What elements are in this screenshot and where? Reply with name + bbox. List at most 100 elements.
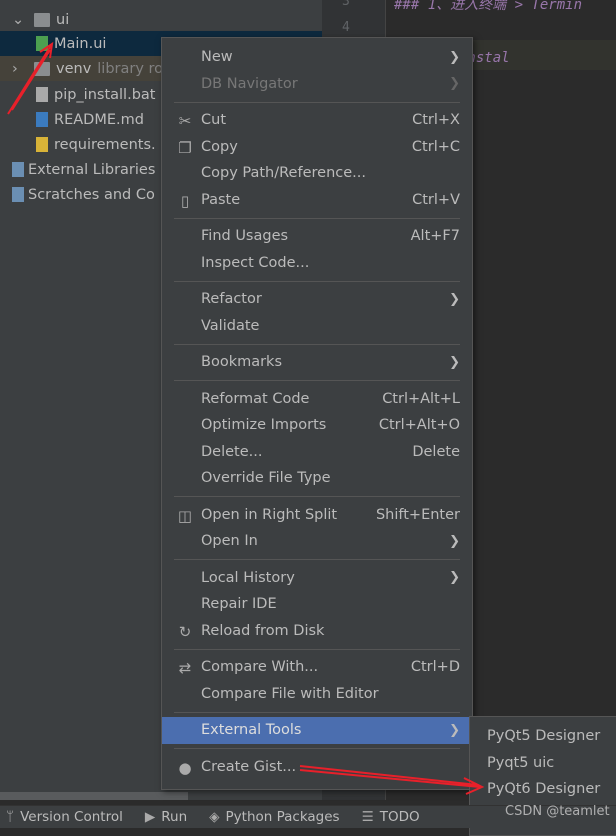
libraries-icon [12,162,24,177]
menu-item-inspect-code[interactable]: Inspect Code... [162,250,472,277]
watermark: CSDN @teamlet [505,804,610,819]
tool-window-todo[interactable]: ☰ TODO [362,809,420,825]
menu-item-create-gist[interactable]: ● Create Gist... [162,754,472,781]
menu-item-cut[interactable]: ✂ Cut Ctrl+X [162,107,472,134]
menu-item-bookmarks[interactable]: Bookmarks ❯ [162,349,472,376]
menu-item-label: Refactor [201,291,262,308]
tree-item-note: library ro [97,60,164,77]
menu-item-compare-with[interactable]: ⇄ Compare With... Ctrl+D [162,654,472,681]
run-icon: ▶ [144,809,156,825]
tool-window-version-control[interactable]: ᛘ Version Control [6,809,123,825]
tree-item-label: External Libraries [28,161,156,178]
menu-separator [162,555,472,565]
tree-item-label: ui [56,11,70,28]
menu-separator [162,213,472,223]
menu-item-label: Copy Path/Reference... [201,165,366,182]
menu-item-label: Reload from Disk [201,622,325,639]
menu-item-label: Local History [201,569,295,586]
menu-item-new[interactable]: New ❯ [162,44,472,71]
menu-item-label: Compare With... [201,659,319,676]
tree-item[interactable]: ⌄ ui [0,7,322,32]
menu-item-label: Override File Type [201,470,331,487]
menu-item-delete[interactable]: Delete... Delete [162,439,472,466]
python-file-icon [36,137,48,152]
menu-separator [162,707,472,717]
file-icon [36,87,48,102]
menu-item-label: Paste [201,191,241,208]
menu-item-compare-file-with-editor[interactable]: Compare File with Editor [162,681,472,708]
menu-item-shortcut: Ctrl+X [412,112,460,129]
submenu-item[interactable]: PyQt5 Designer [470,723,616,750]
tool-window-run[interactable]: ▶ Run [145,809,187,825]
menu-item-external-tools[interactable]: External Tools ❯ [162,717,472,744]
menu-item-copy[interactable]: ❐ Copy Ctrl+C [162,134,472,161]
line-number: 4 [342,20,350,35]
chevron-right-icon: ❯ [449,49,460,65]
tree-item-label: Scratches and Co [28,186,155,203]
menu-item-override-file-type[interactable]: Override File Type [162,465,472,492]
scissors-icon: ✂ [178,112,192,130]
menu-item-label: Open In [201,533,258,550]
chevron-right-icon[interactable]: › [12,61,34,77]
folder-icon [34,12,50,27]
menu-item-db-navigator[interactable]: DB Navigator ❯ [162,71,472,98]
folder-icon [34,61,50,76]
line-number: 3 [342,0,350,9]
menu-item-refactor[interactable]: Refactor ❯ [162,286,472,313]
menu-item-label: Open in Right Split [201,506,338,523]
chevron-right-icon: ❯ [449,354,460,370]
menu-separator [162,339,472,349]
menu-item-label: Copy [201,138,238,155]
menu-item-optimize-imports[interactable]: Optimize Imports Ctrl+Alt+O [162,412,472,439]
tree-item-label: Main.ui [54,35,107,52]
menu-item-local-history[interactable]: Local History ❯ [162,565,472,592]
chevron-right-icon: ❯ [449,722,460,738]
menu-item-open-in-right-split[interactable]: ◫ Open in Right Split Shift+Enter [162,502,472,529]
tree-item-label: README.md [54,111,144,128]
menu-item-label: Repair IDE [201,596,277,613]
submenu-item[interactable]: PyQt6 Designer [470,776,616,803]
menu-item-label: External Tools [201,722,302,739]
menu-item-label: New [201,49,233,66]
menu-item-reformat-code[interactable]: Reformat Code Ctrl+Alt+L [162,386,472,413]
menu-item-validate[interactable]: Validate [162,313,472,340]
chevron-right-icon: ❯ [449,570,460,586]
menu-item-label: Optimize Imports [201,417,327,434]
menu-item-find-usages[interactable]: Find Usages Alt+F7 [162,223,472,250]
menu-item-copy-path-reference[interactable]: Copy Path/Reference... [162,160,472,187]
menu-item-shortcut: Ctrl+Alt+L [382,390,460,407]
compare-icon: ⇄ [178,659,192,677]
menu-item-label: Bookmarks [201,354,283,371]
menu-item-label: Create Gist... [201,758,297,775]
menu-item-shortcut: Shift+Enter [375,506,460,523]
packages-icon: ◈ [209,809,220,825]
horizontal-scrollbar[interactable] [0,792,188,800]
menu-item-reload-from-disk[interactable]: ↻ Reload from Disk [162,618,472,645]
menu-separator [162,276,472,286]
menu-item-open-in[interactable]: Open In ❯ [162,528,472,555]
menu-item-shortcut: Ctrl+C [411,138,460,155]
tool-window-label: TODO [379,809,420,825]
menu-item-label: Inspect Code... [201,254,310,271]
copy-icon: ❐ [178,138,192,157]
code-line[interactable]: ### 1、进入终端 > Termin [394,0,582,14]
menu-item-label: Delete... [201,443,263,460]
markdown-file-icon [36,112,48,127]
menu-item-repair-ide[interactable]: Repair IDE [162,591,472,618]
paste-icon: ▯ [180,191,190,210]
menu-item-shortcut: Delete [412,443,460,460]
menu-item-label: Cut [201,112,226,129]
menu-item-label: Reformat Code [201,390,310,407]
tree-item-label: pip_install.bat [54,86,156,103]
menu-item-label: Find Usages [201,228,289,245]
chevron-right-icon: ❯ [449,76,460,92]
tool-window-python-packages[interactable]: ◈ Python Packages [209,809,339,825]
github-icon: ● [178,758,192,777]
submenu-item[interactable]: Pyqt5 uic [470,750,616,777]
chevron-down-icon[interactable]: ⌄ [12,12,34,28]
scratches-icon [12,187,24,202]
menu-item-label: Compare File with Editor [201,685,379,702]
chevron-right-icon: ❯ [449,291,460,307]
menu-item-paste[interactable]: ▯ Paste Ctrl+V [162,187,472,214]
menu-item-shortcut: Ctrl+Alt+O [378,417,460,434]
